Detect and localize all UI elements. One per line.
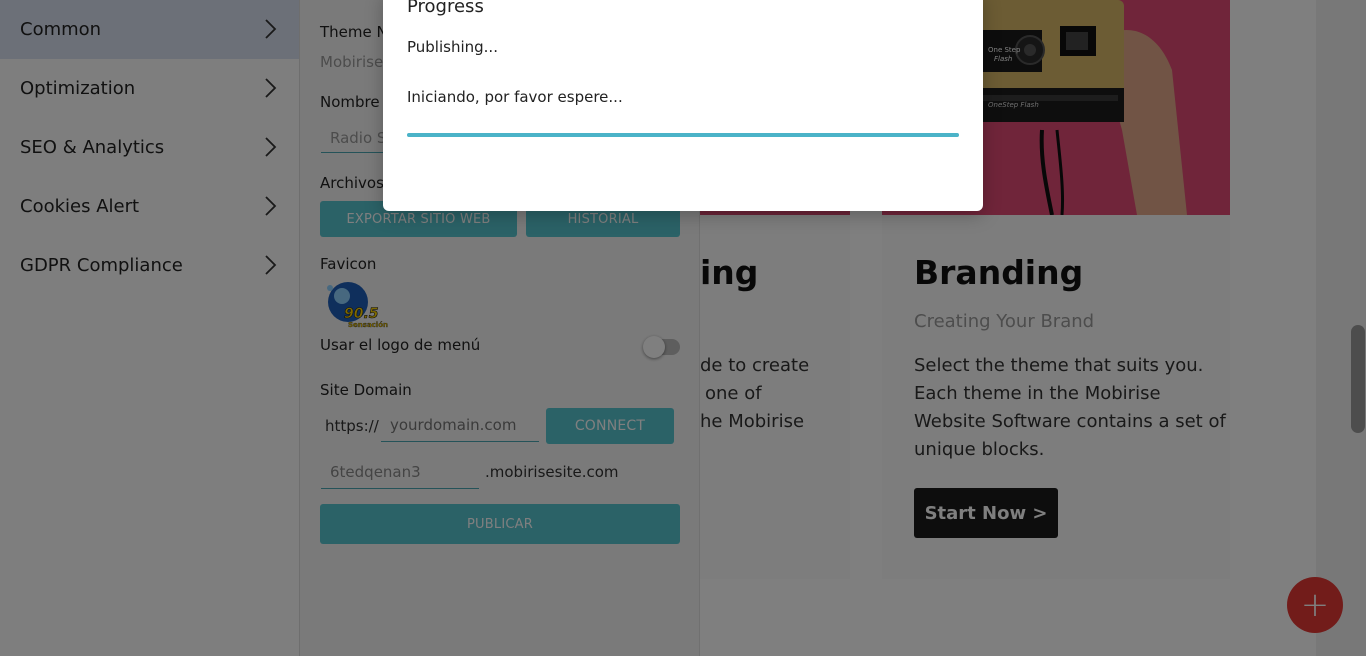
progress-dialog: Progress Publishing... Iniciando, por fa… bbox=[383, 0, 983, 211]
dialog-title: Progress bbox=[407, 0, 484, 17]
dialog-status-text: Publishing... bbox=[407, 38, 498, 56]
dialog-message: Iniciando, por favor espere... bbox=[407, 88, 623, 106]
progress-bar-fill bbox=[407, 133, 959, 137]
progress-bar bbox=[407, 133, 959, 137]
